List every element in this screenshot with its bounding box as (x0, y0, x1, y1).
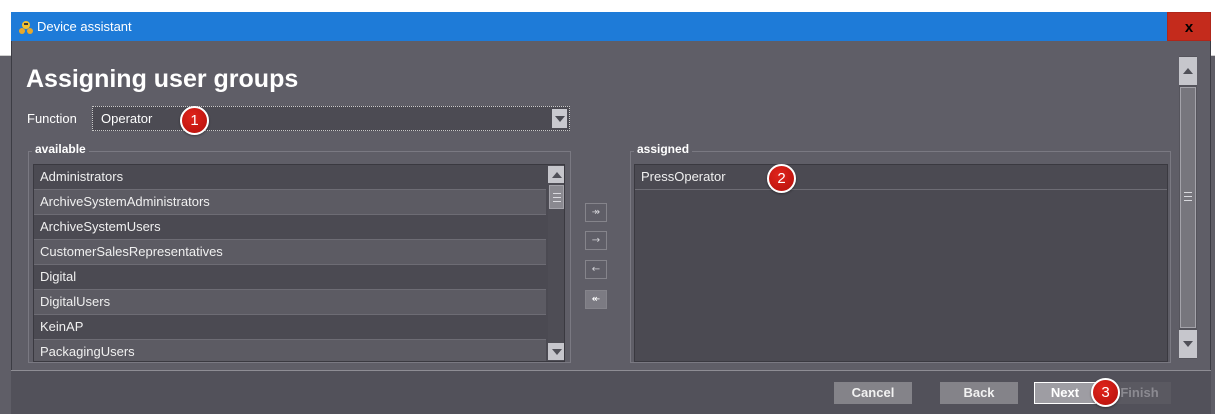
page-scrollbar[interactable] (1179, 56, 1197, 359)
list-item[interactable]: PackagingUsers (34, 340, 546, 361)
next-button[interactable]: Next (1034, 382, 1096, 404)
function-select[interactable]: Operator (92, 106, 570, 131)
device-assistant-icon (19, 21, 33, 34)
function-label: Function (27, 111, 77, 126)
cancel-button[interactable]: Cancel (834, 382, 912, 404)
grip-icon (552, 193, 561, 202)
page-title: Assigning user groups (26, 65, 299, 93)
chevron-down-icon[interactable] (552, 109, 567, 128)
scroll-thumb[interactable] (549, 185, 564, 209)
available-group-title: available (32, 142, 89, 156)
back-button[interactable]: Back (940, 382, 1018, 404)
scroll-up-button[interactable] (548, 166, 564, 183)
grip-icon (1184, 192, 1192, 201)
function-select-value: Operator (101, 111, 153, 126)
available-list[interactable]: Administrators ArchiveSystemAdministrato… (33, 164, 565, 362)
move-all-right-button[interactable]: ↠ (585, 203, 607, 222)
close-button[interactable]: x (1167, 12, 1211, 41)
list-item[interactable]: ArchiveSystemUsers (34, 215, 546, 240)
scroll-down-button[interactable] (548, 343, 564, 360)
move-left-button[interactable]: ← (585, 260, 607, 279)
list-item[interactable]: Administrators (34, 165, 546, 190)
window-titlebar[interactable]: Device assistant (11, 12, 1167, 41)
callout-badge-1: 1 (180, 106, 209, 135)
move-right-button[interactable]: → (585, 231, 607, 250)
list-item[interactable]: PressOperator (635, 165, 1167, 190)
assigned-list[interactable]: PressOperator (634, 164, 1168, 362)
page-scroll-thumb[interactable] (1180, 87, 1196, 328)
list-item[interactable]: KeinAP (34, 315, 546, 340)
dialog-footer (11, 370, 1211, 414)
list-item[interactable]: Digital (34, 265, 546, 290)
window-title: Device assistant (37, 19, 132, 34)
move-all-left-button[interactable]: ↞ (585, 290, 607, 309)
callout-badge-2: 2 (767, 164, 796, 193)
list-item[interactable]: CustomerSalesRepresentatives (34, 240, 546, 265)
available-scrollbar[interactable] (548, 165, 564, 361)
callout-badge-3: 3 (1091, 378, 1120, 407)
assigned-group-title: assigned (634, 142, 693, 156)
list-item[interactable]: DigitalUsers (34, 290, 546, 315)
list-item[interactable]: ArchiveSystemAdministrators (34, 190, 546, 215)
page-scroll-down-button[interactable] (1179, 330, 1197, 358)
page-scroll-up-button[interactable] (1179, 57, 1197, 85)
